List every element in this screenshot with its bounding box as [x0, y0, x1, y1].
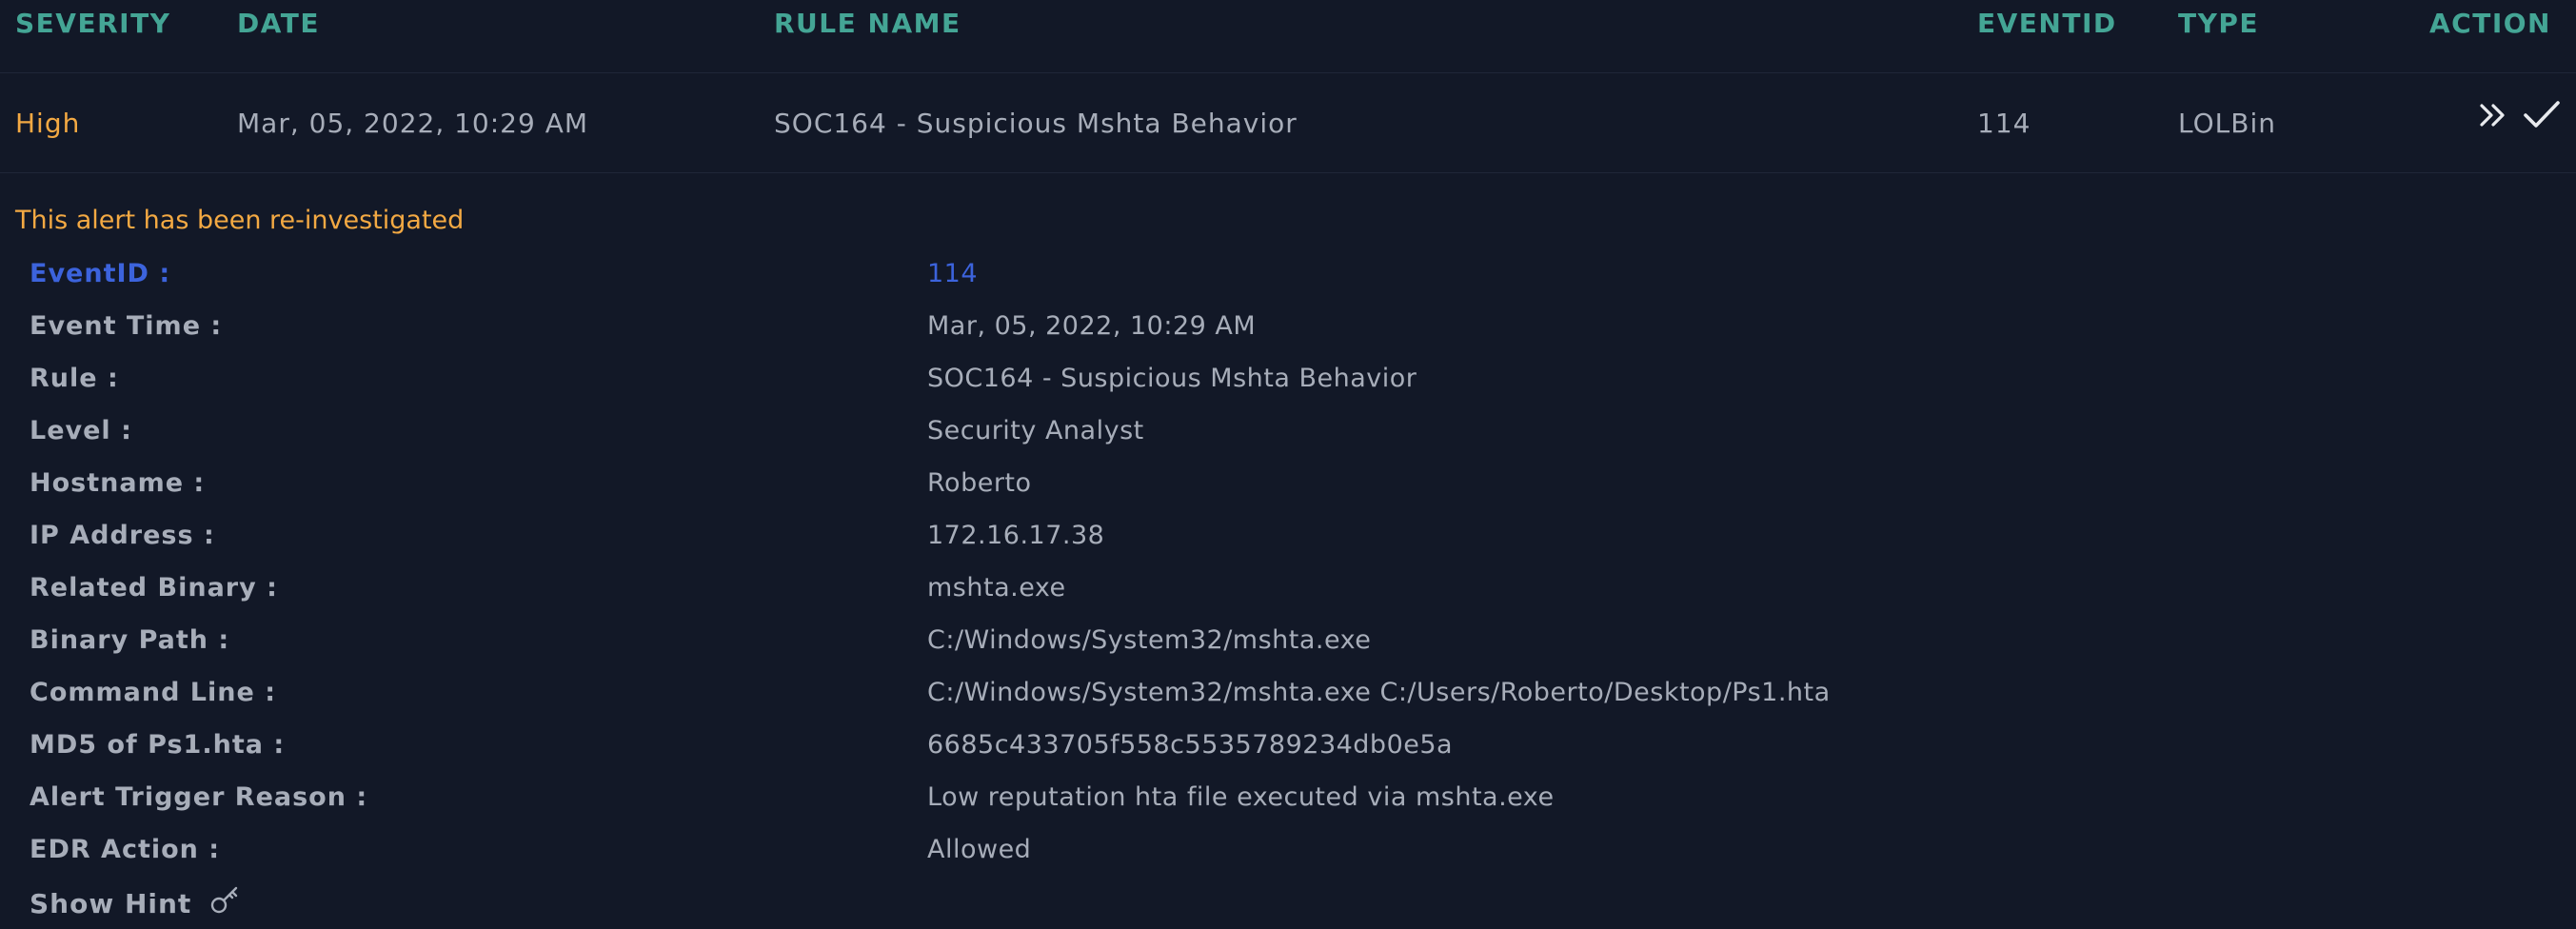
detail-value-command-line: C:/Windows/System32/mshta.exe C:/Users/R…	[927, 678, 1831, 707]
severity-badge: High	[15, 108, 81, 139]
reinvestigated-notice: This alert has been re-investigated	[15, 206, 465, 235]
detail-label-command-line: Command Line :	[30, 678, 276, 707]
table-header: SEVERITY DATE RULE NAME EVENTID TYPE ACT…	[0, 0, 2576, 73]
detail-value-edr-action: Allowed	[927, 835, 1032, 864]
checkmark-icon[interactable]	[2523, 100, 2561, 134]
table-row[interactable]: High Mar, 05, 2022, 10:29 AM SOC164 - Su…	[0, 73, 2576, 173]
detail-label-event-time: Event Time :	[30, 311, 223, 341]
show-hint-label: Show Hint	[30, 888, 192, 919]
detail-label-eventid: EventID :	[30, 259, 171, 288]
header-rule-name[interactable]: RULE NAME	[774, 8, 961, 39]
detail-label-rule: Rule :	[30, 364, 119, 393]
detail-value-binary-path: C:/Windows/System32/mshta.exe	[927, 625, 1372, 655]
show-hint-button[interactable]: Show Hint	[30, 884, 242, 921]
row-eventid: 114	[1977, 108, 2031, 139]
detail-label-related-binary: Related Binary :	[30, 573, 278, 603]
detail-label-binary-path: Binary Path :	[30, 625, 230, 655]
header-type[interactable]: TYPE	[2178, 8, 2259, 39]
detail-value-ip-address: 172.16.17.38	[927, 521, 1105, 550]
detail-label-hostname: Hostname :	[30, 468, 206, 498]
detail-label-edr-action: EDR Action :	[30, 835, 221, 864]
row-date: Mar, 05, 2022, 10:29 AM	[237, 108, 589, 139]
header-severity[interactable]: SEVERITY	[15, 8, 170, 39]
detail-value-level: Security Analyst	[927, 416, 1144, 445]
header-eventid[interactable]: EVENTID	[1977, 8, 2117, 39]
detail-value-md5: 6685c433705f558c5535789234db0e5a	[927, 730, 1454, 760]
detail-label-ip-address: IP Address :	[30, 521, 215, 550]
key-icon	[209, 884, 242, 921]
header-action[interactable]: ACTION	[2429, 8, 2551, 39]
detail-value-hostname: Roberto	[927, 468, 1032, 498]
detail-label-level: Level :	[30, 416, 132, 445]
detail-label-trigger-reason: Alert Trigger Reason :	[30, 782, 368, 812]
detail-value-rule: SOC164 - Suspicious Mshta Behavior	[927, 364, 1417, 393]
detail-value-eventid[interactable]: 114	[927, 259, 978, 288]
row-rule-name: SOC164 - Suspicious Mshta Behavior	[774, 108, 1298, 139]
header-date[interactable]: DATE	[237, 8, 320, 39]
detail-value-related-binary: mshta.exe	[927, 573, 1066, 603]
detail-value-trigger-reason: Low reputation hta file executed via msh…	[927, 782, 1555, 812]
row-type: LOLBin	[2178, 108, 2276, 139]
detail-value-event-time: Mar, 05, 2022, 10:29 AM	[927, 311, 1257, 341]
double-chevron-right-icon[interactable]	[2478, 100, 2508, 134]
detail-label-md5: MD5 of Ps1.hta :	[30, 730, 286, 760]
